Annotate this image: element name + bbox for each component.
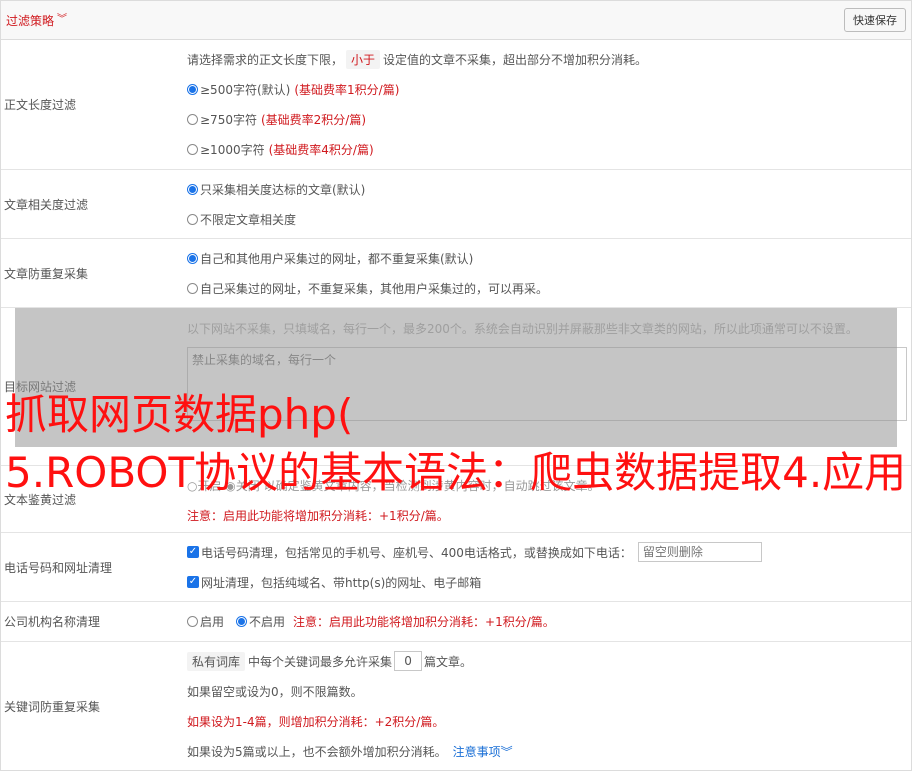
- filter-header: 过滤策略 ︾ 快速保存: [1, 0, 911, 40]
- row-label: 正文长度过滤: [4, 98, 77, 112]
- phone-url-cleanup-row: 电话号码和网址清理 电话号码清理，包括常见的手机号、座机号、400电话格式，或替…: [1, 533, 911, 602]
- radio-button[interactable]: [187, 143, 198, 155]
- row-label: 目标网站过滤: [4, 380, 77, 394]
- less-than-tag: 小于: [346, 49, 381, 69]
- checkbox-checked[interactable]: [187, 546, 199, 558]
- row-label: 文本鉴黄过滤: [4, 492, 77, 507]
- porn-filter-options[interactable]: ○开启 ◉关闭 以确定鉴黄文章内容，当检测到涉黄内容时，自动跳过该文章。: [187, 470, 903, 500]
- quick-save-button[interactable]: 快速保存: [844, 8, 906, 32]
- radio-button[interactable]: [187, 615, 198, 627]
- private-lexicon-tag: 私有词库: [187, 651, 246, 671]
- keyword-limit-line: 私有词库 中每个关键词最多允许采集 篇文章。: [187, 646, 903, 676]
- keyword-note-cost: 如果设为1-4篇，则增加积分消耗：+2积分/篇。: [187, 714, 445, 729]
- blocked-domains-textarea[interactable]: [187, 347, 907, 421]
- company-cleanup-row: 公司机构名称清理 启用 不启用 注意：启用此功能将增加积分消耗：+1积分/篇。: [1, 602, 911, 642]
- keyword-dup-row: 关键词防重复采集 私有词库 中每个关键词最多允许采集 篇文章。 如果留空或设为0…: [1, 642, 911, 770]
- relevance-option-required[interactable]: 只采集相关度达标的文章(默认): [187, 174, 903, 204]
- relevance-option-unlimited[interactable]: 不限定文章相关度: [187, 204, 903, 234]
- keyword-note-free: 如果设为5篇或以上，也不会额外增加积分消耗。 注意事项︾: [187, 743, 513, 760]
- max-articles-input[interactable]: [394, 651, 423, 671]
- phone-cleanup-option[interactable]: 电话号码清理，包括常见的手机号、座机号、400电话格式，或替换成如下电话：: [187, 537, 903, 567]
- company-cleanup-note: 注意：启用此功能将增加积分消耗：+1积分/篇。: [293, 614, 555, 629]
- filter-section-toggle[interactable]: 过滤策略 ︾: [6, 12, 67, 29]
- row-label: 关键词防重复采集: [4, 699, 101, 714]
- radio-button[interactable]: [187, 282, 198, 294]
- notes-link[interactable]: 注意事项︾: [453, 743, 513, 760]
- duplicate-option-self[interactable]: 自己采集过的网址，不重复采集，其他用户采集过的，可以再采。: [187, 273, 903, 303]
- row-label: 文章防重复采集: [4, 266, 89, 281]
- duplicate-filter-row: 文章防重复采集 自己和其他用户采集过的网址，都不重复采集(默认) 自己采集过的网…: [1, 239, 911, 308]
- keyword-note-unlimited: 如果留空或设为0，则不限篇数。: [187, 684, 363, 699]
- radio-button[interactable]: [187, 113, 198, 125]
- domain-description: 以下网站不采集，只填域名，每行一个，最多200个。系统会自动识别并屏蔽那些非文章…: [187, 322, 858, 336]
- duplicate-option-all[interactable]: 自己和其他用户采集过的网址，都不重复采集(默认): [187, 243, 903, 273]
- length-option-500[interactable]: ≥500字符(默认) (基础费率1积分/篇): [187, 74, 903, 104]
- length-option-1000[interactable]: ≥1000字符 (基础费率4积分/篇): [187, 134, 903, 164]
- length-description: 请选择需求的正文长度下限， 小于 设定值的文章不采集，超出部分不增加积分消耗。: [187, 44, 903, 74]
- chevron-down-icon: ︾: [57, 14, 68, 25]
- filter-settings-panel: 过滤策略 ︾ 快速保存 正文长度过滤 请选择需求的正文长度下限， 小于 设定值的…: [0, 0, 912, 771]
- radio-button[interactable]: [187, 213, 198, 225]
- domain-filter-row: 目标网站过滤 以下网站不采集，只填域名，每行一个，最多200个。系统会自动识别并…: [1, 308, 911, 466]
- porn-filter-row: 文本鉴黄过滤 ○开启 ◉关闭 以确定鉴黄文章内容，当检测到涉黄内容时，自动跳过该…: [1, 466, 911, 533]
- radio-button[interactable]: [187, 252, 198, 264]
- porn-filter-note: 注意：启用此功能将增加积分消耗：+1积分/篇。: [187, 508, 449, 523]
- replacement-phone-input[interactable]: [637, 542, 762, 562]
- length-option-750[interactable]: ≥750字符 (基础费率2积分/篇): [187, 104, 903, 134]
- url-cleanup-option[interactable]: 网址清理，包括纯域名、带http(s)的网址、电子邮箱: [187, 567, 903, 597]
- length-filter-row: 正文长度过滤 请选择需求的正文长度下限， 小于 设定值的文章不采集，超出部分不增…: [1, 40, 911, 170]
- enable-option-label[interactable]: 启用: [200, 613, 224, 630]
- row-label: 公司机构名称清理: [4, 615, 101, 629]
- row-label: 电话号码和网址清理: [4, 560, 113, 575]
- checkbox-checked[interactable]: [187, 576, 199, 588]
- radio-button[interactable]: [236, 615, 248, 627]
- radio-button[interactable]: [187, 183, 198, 195]
- chevron-down-icon: ︾: [500, 744, 513, 759]
- radio-button[interactable]: [187, 83, 198, 95]
- section-title: 过滤策略: [6, 13, 55, 28]
- relevance-filter-row: 文章相关度过滤 只采集相关度达标的文章(默认) 不限定文章相关度: [1, 170, 911, 239]
- disable-option-label[interactable]: 不启用: [249, 613, 285, 630]
- row-label: 文章相关度过滤: [4, 197, 89, 212]
- company-cleanup-options: 启用 不启用 注意：启用此功能将增加积分消耗：+1积分/篇。: [187, 606, 903, 636]
